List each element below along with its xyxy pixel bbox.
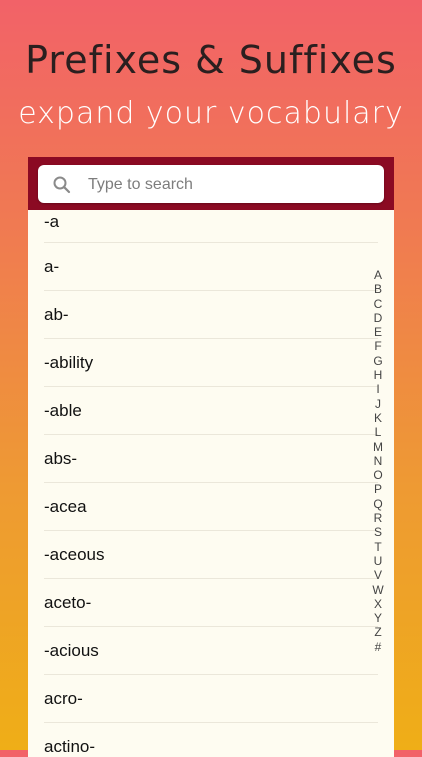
search-bar [28,157,394,210]
app-screen: -a a- ab- -ability -able abs- -acea -ace… [28,157,394,757]
page-title: Prefixes & Suffixes [25,38,397,82]
list-item[interactable]: -ability [44,339,378,387]
index-letter[interactable]: F [374,339,381,353]
term-list: -a a- ab- -ability -able abs- -acea -ace… [28,210,394,757]
index-letter[interactable]: O [373,468,382,482]
index-letter[interactable]: Y [374,611,382,625]
index-letter[interactable]: P [374,482,382,496]
index-letter[interactable]: Z [374,625,381,639]
list-item[interactable]: -a [44,210,378,243]
index-letter[interactable]: K [374,411,382,425]
index-letter[interactable]: L [375,425,382,439]
index-letter[interactable]: C [374,297,383,311]
index-letter[interactable]: T [374,540,381,554]
index-letter[interactable]: W [372,583,383,597]
index-letter[interactable]: U [374,554,383,568]
page-subtitle: expand your vocabulary [18,96,404,131]
index-letter[interactable]: # [375,640,382,654]
search-input[interactable] [86,165,370,205]
list-item[interactable]: -acious [44,627,378,675]
list-item[interactable]: -acea [44,483,378,531]
index-letter[interactable]: H [374,368,383,382]
list-item[interactable]: -aceous [44,531,378,579]
alphabet-index: A B C D E F G H I J K L M N O P Q R S T … [369,268,387,654]
index-letter[interactable]: N [374,454,383,468]
index-letter[interactable]: A [374,268,382,282]
index-letter[interactable]: D [374,311,383,325]
search-icon [53,176,71,194]
list-item[interactable]: aceto- [44,579,378,627]
index-letter[interactable]: G [373,354,382,368]
list-item[interactable]: abs- [44,435,378,483]
index-letter[interactable]: R [374,511,383,525]
index-letter[interactable]: B [374,282,382,296]
index-letter[interactable]: J [375,397,381,411]
index-letter[interactable]: S [374,525,382,539]
index-letter[interactable]: E [374,325,382,339]
index-letter[interactable]: I [376,382,379,396]
list-item[interactable]: acro- [44,675,378,723]
index-letter[interactable]: X [374,597,382,611]
index-letter[interactable]: Q [373,497,382,511]
index-letter[interactable]: V [374,568,382,582]
list-item[interactable]: actino- [44,723,378,757]
list-item[interactable]: ab- [44,291,378,339]
search-box[interactable] [38,165,384,205]
index-letter[interactable]: M [373,440,383,454]
list-item[interactable]: a- [44,243,378,291]
list-item[interactable]: -able [44,387,378,435]
